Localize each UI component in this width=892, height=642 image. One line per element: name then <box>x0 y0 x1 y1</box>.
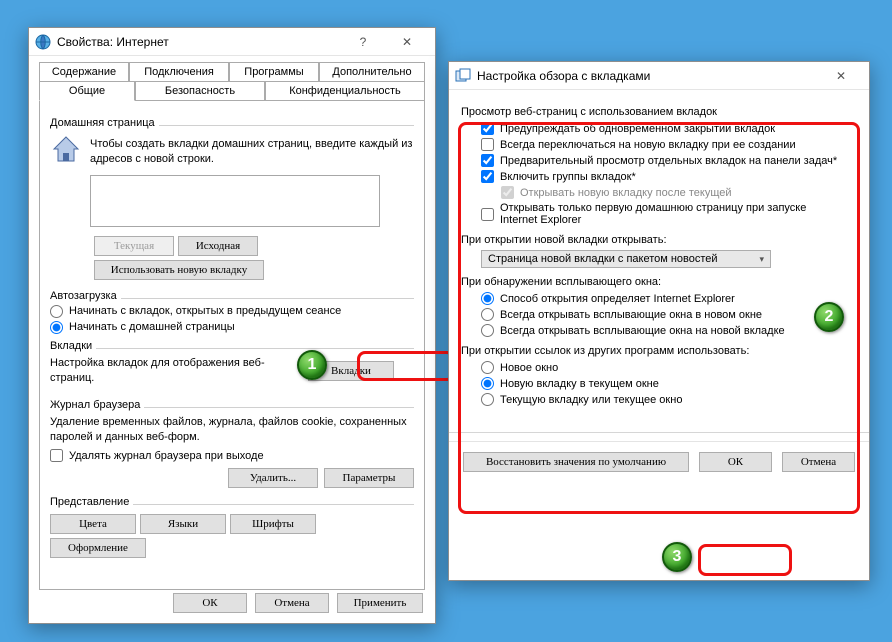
close-button[interactable]: ✕ <box>385 29 429 55</box>
enable-tab-groups-check[interactable]: Включить группы вкладок* <box>481 170 857 183</box>
window-title: Свойства: Интернет <box>57 35 169 49</box>
window-title: Настройка обзора с вкладками <box>477 69 650 83</box>
fonts-button[interactable]: Шрифты <box>230 514 316 534</box>
cancel-button[interactable]: Отмена <box>782 452 855 472</box>
tab-advanced[interactable]: Дополнительно <box>319 62 425 81</box>
popup-new-window-radio[interactable]: Всегда открывать всплывающие окна в ново… <box>481 308 857 321</box>
check-label: Всегда переключаться на новую вкладку пр… <box>500 139 796 151</box>
group-tabbed-browsing: Просмотр веб-страниц с использованием вк… <box>461 106 857 118</box>
warn-close-multiple-check[interactable]: Предупреждать об одновременном закрытии … <box>481 122 857 135</box>
extern-new-tab-radio[interactable]: Новую вкладку в текущем окне <box>481 377 857 390</box>
globe-icon <box>35 34 51 50</box>
startup-homepage-radio[interactable]: Начинать с домашней страницы <box>50 321 414 334</box>
group-popup: При обнаружении всплывающего окна: <box>461 276 857 288</box>
check-label: Открывать только первую домашнюю страниц… <box>500 202 840 226</box>
tabs-settings-button[interactable]: Вкладки <box>308 361 394 381</box>
history-delete-onexit-check[interactable]: Удалять журнал браузера при выходе <box>50 449 414 462</box>
homepage-hint: Чтобы создать вкладки домашних страниц, … <box>90 137 414 167</box>
taskbar-previews-check[interactable]: Предварительный просмотр отдельных вклад… <box>481 154 857 167</box>
tab-connections[interactable]: Подключения <box>129 62 229 81</box>
check-label: Удалять журнал браузера при выходе <box>69 450 264 462</box>
tab-content[interactable]: Содержание <box>39 62 129 81</box>
extern-current-tab-radio[interactable]: Текущую вкладку или текущее окно <box>481 393 857 406</box>
check-label: Предварительный просмотр отдельных вклад… <box>500 155 837 167</box>
use-current-button: Текущая <box>94 236 174 256</box>
homepage-address-input[interactable] <box>90 175 380 227</box>
history-settings-button[interactable]: Параметры <box>324 468 414 488</box>
help-button[interactable]: ? <box>341 29 385 55</box>
colors-button[interactable]: Цвета <box>50 514 136 534</box>
section-startup: Автозагрузка <box>50 290 121 302</box>
radio-label: Способ открытия определяет Internet Expl… <box>500 293 735 305</box>
history-delete-button[interactable]: Удалить... <box>228 468 318 488</box>
ok-button[interactable]: ОК <box>699 452 772 472</box>
home-icon <box>50 133 82 165</box>
close-button[interactable]: ✕ <box>819 63 863 89</box>
titlebar[interactable]: Свойства: Интернет ? ✕ <box>29 28 435 56</box>
check-label: Включить группы вкладок* <box>500 171 636 183</box>
check-label: Предупреждать об одновременном закрытии … <box>500 123 775 135</box>
ok-button[interactable]: ОК <box>173 593 247 613</box>
open-after-current-check: Открывать новую вкладку после текущей <box>501 186 857 199</box>
radio-label: Текущую вкладку или текущее окно <box>500 394 682 406</box>
radio-label: Начинать с домашней страницы <box>69 321 235 333</box>
tabbed-browsing-settings-window: Настройка обзора с вкладками ✕ Просмотр … <box>448 61 870 581</box>
use-default-button[interactable]: Исходная <box>178 236 258 256</box>
radio-label: Новое окно <box>500 362 558 374</box>
section-tabs: Вкладки <box>50 340 96 352</box>
extern-new-window-radio[interactable]: Новое окно <box>481 361 857 374</box>
tab-programs[interactable]: Программы <box>229 62 319 81</box>
switch-to-newtab-check[interactable]: Всегда переключаться на новую вкладку пр… <box>481 138 857 151</box>
open-first-homepage-check[interactable]: Открывать только первую домашнюю страниц… <box>481 202 857 226</box>
restore-defaults-button[interactable]: Восстановить значения по умолчанию <box>463 452 689 472</box>
titlebar[interactable]: Настройка обзора с вкладками ✕ <box>449 62 869 90</box>
radio-label: Новую вкладку в текущем окне <box>500 378 659 390</box>
group-newtab-opens: При открытии новой вкладки открывать: <box>461 234 857 246</box>
tab-privacy[interactable]: Конфиденциальность <box>265 81 425 101</box>
section-appearance: Представление <box>50 496 133 508</box>
cancel-button[interactable]: Отмена <box>255 593 329 613</box>
check-label: Открывать новую вкладку после текущей <box>520 187 732 199</box>
apply-button[interactable]: Применить <box>337 593 423 613</box>
tabs-text: Настройка вкладок для отображения веб-ст… <box>50 356 300 386</box>
tab-general[interactable]: Общие <box>39 81 135 101</box>
accessibility-button[interactable]: Оформление <box>50 538 146 558</box>
radio-label: Всегда открывать всплывающие окна на нов… <box>500 325 785 337</box>
radio-label: Начинать с вкладок, открытых в предыдуще… <box>69 305 341 317</box>
group-external-links: При открытии ссылок из других программ и… <box>461 345 857 357</box>
internet-properties-window: Свойства: Интернет ? ✕ Содержание Подклю… <box>28 27 436 624</box>
use-newtab-button[interactable]: Использовать новую вкладку <box>94 260 264 280</box>
history-text: Удаление временных файлов, журнала, файл… <box>50 415 414 445</box>
tab-security[interactable]: Безопасность <box>135 81 265 101</box>
popup-new-tab-radio[interactable]: Всегда открывать всплывающие окна на нов… <box>481 324 857 337</box>
chevron-down-icon: ▾ <box>759 254 764 265</box>
tabs-icon <box>455 68 471 84</box>
section-history: Журнал браузера <box>50 399 144 411</box>
startup-lastsession-radio[interactable]: Начинать с вкладок, открытых в предыдуще… <box>50 305 414 318</box>
newtab-page-dropdown[interactable]: Страница новой вкладки с пакетом новосте… <box>481 250 771 268</box>
dropdown-value: Страница новой вкладки с пакетом новосте… <box>488 253 718 265</box>
languages-button[interactable]: Языки <box>140 514 226 534</box>
section-homepage: Домашняя страница <box>50 117 159 129</box>
radio-label: Всегда открывать всплывающие окна в ново… <box>500 309 762 321</box>
popup-ie-decides-radio[interactable]: Способ открытия определяет Internet Expl… <box>481 292 857 305</box>
